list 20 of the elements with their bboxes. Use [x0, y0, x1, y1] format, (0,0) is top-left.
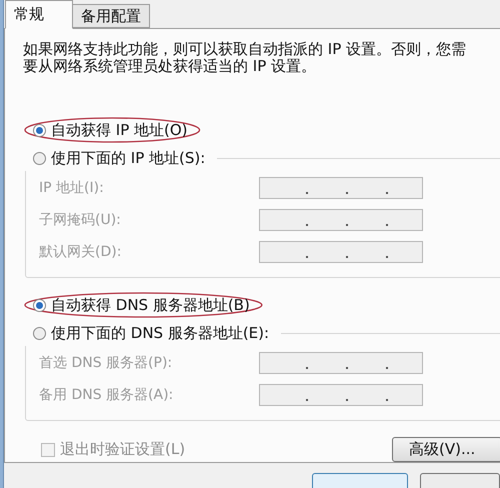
- radio-label: 使用下面的 IP 地址(S):: [51, 148, 206, 169]
- radio-button[interactable]: [33, 326, 46, 340]
- advanced-button[interactable]: 高级(V)...: [392, 437, 500, 462]
- checkbox-label: 退出时验证设置(L): [60, 439, 186, 460]
- field-label: 默认网关(D):: [38, 242, 122, 262]
- dialog-button[interactable]: [420, 473, 500, 488]
- radio-button[interactable]: [33, 298, 46, 312]
- field-label: 备用 DNS 服务器(A):: [38, 386, 174, 404]
- radio-label: 自动获得 IP 地址(O): [51, 120, 188, 141]
- radio-button[interactable]: [33, 152, 46, 164]
- dialog-button[interactable]: [312, 473, 408, 488]
- field-label: 首选 DNS 服务器(P):: [38, 354, 174, 372]
- field-label: IP 地址(I):: [38, 178, 105, 198]
- tab[interactable]: 常规: [5, 0, 73, 29]
- radio-label: 自动获得 DNS 服务器地址(B): [51, 294, 250, 316]
- field-label: 子网掩码(U):: [38, 210, 122, 230]
- radio-label: 使用下面的 DNS 服务器地址(E):: [51, 322, 270, 344]
- tab[interactable]: 备用配置: [73, 4, 150, 28]
- description-text: 如果网络支持此功能，则可以获取自动指派的 IP 设置。否则，您需要从网络系统管理员处获得适当的 IP 设置。: [22, 41, 468, 75]
- radio-button[interactable]: [33, 124, 46, 136]
